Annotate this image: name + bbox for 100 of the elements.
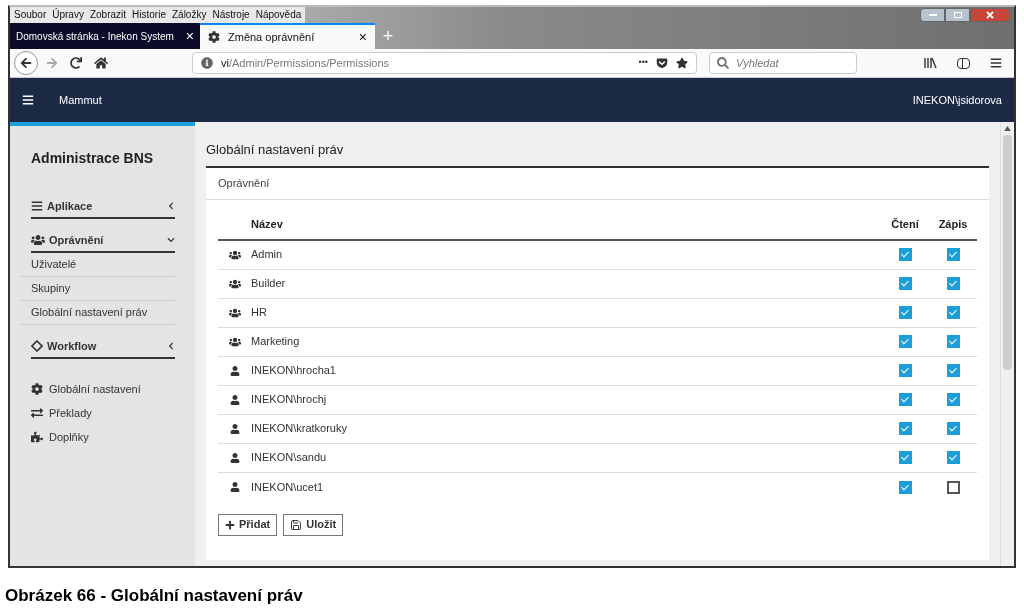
browser-tab[interactable]: Změna oprávnění ×: [200, 23, 375, 49]
checkbox[interactable]: [946, 393, 960, 406]
menu-item[interactable]: Záložky: [171, 10, 207, 20]
more-button[interactable]: •••: [638, 56, 648, 70]
table-cell-text: HR: [251, 305, 268, 321]
home-button[interactable]: [94, 56, 108, 70]
menu-item[interactable]: Historie: [132, 10, 166, 20]
menu-item[interactable]: Nástroje: [212, 10, 250, 20]
user-icon: [229, 423, 240, 434]
scroll-up-icon[interactable]: [1004, 126, 1011, 131]
maximize-button[interactable]: [945, 8, 970, 22]
menu-item[interactable]: Úpravy: [52, 10, 84, 20]
chevron-down-icon: [167, 236, 175, 244]
user-icon: [229, 482, 240, 492]
save-button[interactable]: Uložit: [283, 513, 344, 536]
sidebar-item[interactable]: Uživatelé: [21, 253, 175, 277]
app-title: Mammut: [59, 92, 103, 108]
sidebar-section[interactable]: Aplikace: [31, 195, 175, 219]
browser-tab[interactable]: Domovská stránka - Inekon System ×: [10, 23, 200, 49]
scrollbar[interactable]: [1000, 122, 1014, 566]
plus-icon: [225, 519, 235, 530]
checkbox[interactable]: [946, 277, 960, 290]
sidebar-link[interactable]: Překlady: [31, 401, 175, 425]
info-icon: [201, 57, 213, 69]
figure-caption: Obrázek 66 - Globální nastavení práv: [5, 585, 304, 607]
menu-item[interactable]: Nápověda: [255, 10, 302, 20]
checkbox[interactable]: [898, 393, 912, 406]
diamond-icon: [31, 340, 43, 352]
sidebar-item[interactable]: Skupiny: [21, 277, 175, 301]
checkbox[interactable]: [946, 422, 960, 435]
gear-icon: [31, 383, 43, 395]
minimize-button[interactable]: [920, 8, 945, 22]
tab-close-button[interactable]: ×: [358, 30, 367, 44]
back-button[interactable]: [14, 51, 38, 75]
sidebar-link[interactable]: Doplňky: [31, 425, 175, 449]
library-icon[interactable]: [923, 57, 937, 69]
table-cell-text: INEKON\kratkoruky: [251, 421, 348, 437]
pocket-icon[interactable]: [656, 57, 668, 69]
reload-button[interactable]: [70, 57, 82, 69]
checkbox[interactable]: [898, 364, 912, 377]
table-cell-text: INEKON\hrochj: [251, 392, 328, 408]
table-cell-text: Admin: [251, 247, 284, 263]
checkbox[interactable]: [898, 422, 912, 435]
users-icon: [228, 306, 241, 319]
add-button[interactable]: Přidat: [218, 513, 278, 536]
chevron-left-icon: [167, 342, 175, 350]
search-icon: [717, 57, 729, 69]
checkbox[interactable]: [898, 306, 912, 319]
table-cell-text: Marketing: [251, 334, 301, 350]
user-icon: [229, 394, 240, 405]
users-icon: [228, 335, 241, 348]
puzzle-icon: [31, 431, 43, 443]
checkbox[interactable]: [946, 248, 960, 261]
chevron-left-icon: [167, 202, 175, 210]
tab-title: Změna oprávnění: [228, 29, 316, 45]
sidebar-item[interactable]: Globální nastavení práv: [21, 301, 175, 325]
sidebar-section[interactable]: Workflow: [31, 335, 175, 359]
sidebar-section[interactable]: Oprávnění: [31, 229, 175, 253]
column-header: Zápis: [937, 216, 969, 232]
user-icon: [229, 365, 240, 376]
url-text: vi/Admin/Permissions/Permissions: [221, 55, 391, 71]
checkbox[interactable]: [946, 306, 960, 319]
checkbox[interactable]: [898, 480, 912, 494]
save-icon: [290, 518, 303, 531]
checkbox[interactable]: [946, 480, 960, 494]
sidebar-link[interactable]: Globální nastavení: [31, 377, 175, 401]
menu-icon[interactable]: [990, 57, 1002, 69]
bookmark-icon[interactable]: [676, 57, 688, 69]
menu-item[interactable]: Soubor: [14, 10, 47, 20]
close-button[interactable]: [970, 8, 1010, 22]
sidebar-toggle-icon[interactable]: [957, 57, 970, 69]
exchange-icon: [31, 407, 43, 419]
menu-icon: [31, 200, 43, 212]
sidebar-title: Administrace BNS: [31, 149, 155, 168]
checkbox[interactable]: [898, 277, 912, 290]
tab-close-button[interactable]: ×: [185, 29, 194, 43]
table-cell-text: INEKON\ucet1: [251, 479, 325, 495]
column-header: Název: [251, 216, 284, 232]
arrow-left-icon: [20, 57, 32, 69]
column-header: Čtení: [890, 216, 920, 232]
checkbox[interactable]: [946, 451, 960, 464]
table-cell-text: INEKON\hrocha1: [251, 363, 337, 379]
users-icon: [228, 248, 241, 261]
search-field[interactable]: Vyhledat: [709, 52, 857, 74]
forward-button[interactable]: [46, 57, 58, 69]
checkbox[interactable]: [898, 335, 912, 348]
address-bar[interactable]: vi/Admin/Permissions/Permissions •••: [192, 52, 697, 74]
menu-item[interactable]: Zobrazit: [89, 10, 127, 20]
checkbox[interactable]: [898, 451, 912, 464]
checkbox[interactable]: [946, 364, 960, 377]
checkbox[interactable]: [898, 248, 912, 261]
users-icon: [228, 277, 241, 290]
table-cell-text: INEKON\sandu: [251, 450, 328, 466]
users-icon: [31, 233, 45, 247]
card-tab[interactable]: Oprávnění: [206, 167, 989, 200]
checkbox[interactable]: [946, 335, 960, 348]
table-cell-text: Builder: [251, 276, 287, 292]
tab-title: Domovská stránka - Inekon System: [16, 29, 175, 44]
gear-icon: [208, 31, 220, 43]
menu-icon[interactable]: [22, 94, 34, 106]
